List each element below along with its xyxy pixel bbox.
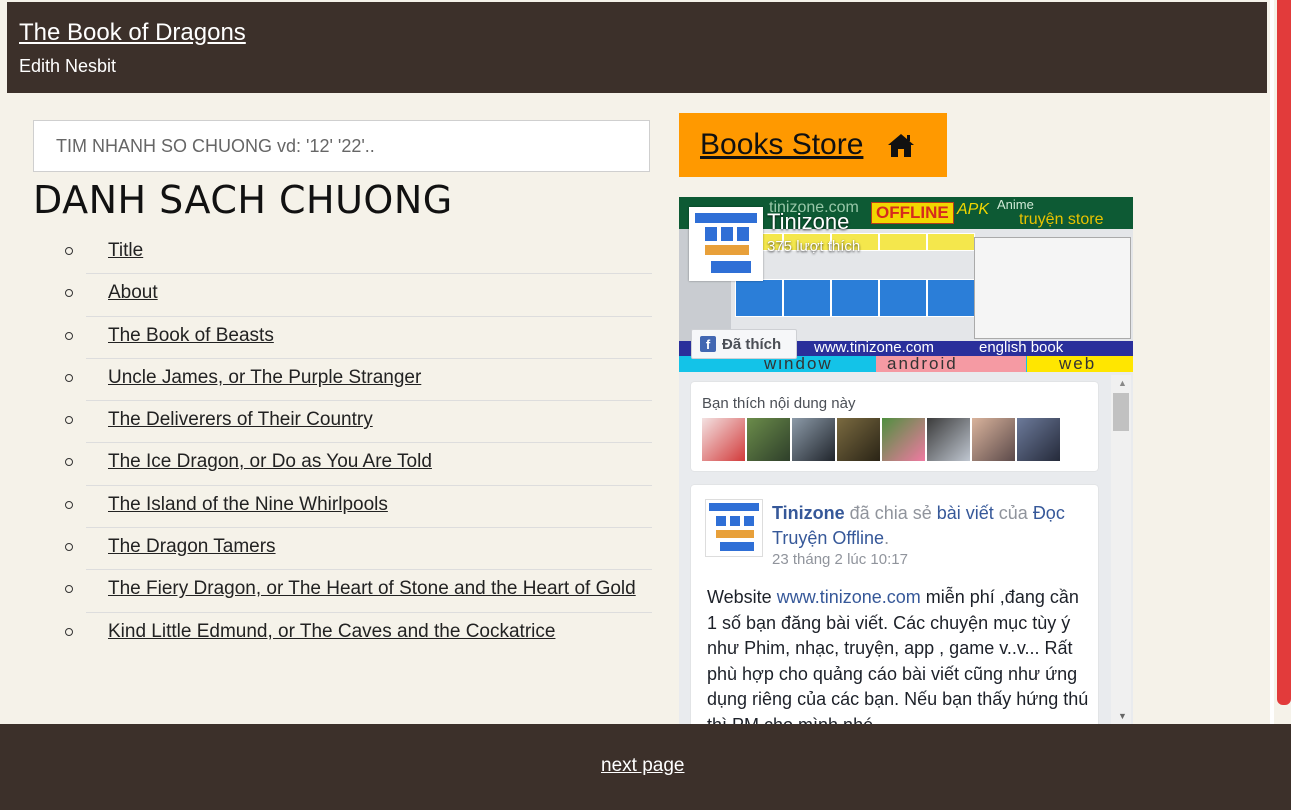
- cover-apk-text: APK: [957, 201, 990, 218]
- chapter-link[interactable]: The Fiery Dragon, or The Heart of Stone …: [108, 578, 636, 600]
- cover-store-text: truyện store: [1019, 211, 1104, 228]
- book-author: Edith Nesbit: [19, 56, 117, 76]
- books-store-label: Books Store: [700, 128, 864, 161]
- chapter-list: Title About The Book of Beasts Uncle Jam…: [60, 232, 652, 654]
- books-store-button[interactable]: Books Store: [679, 113, 947, 177]
- post-body-link[interactable]: www.tinizone.com: [777, 587, 921, 607]
- post-body-prefix: Website: [707, 587, 777, 607]
- bullet-icon: [65, 458, 73, 467]
- cover-web-text: web: [1059, 354, 1097, 372]
- post-card: Tinizone đã chia sẻ bài viết của Đọc Tru…: [691, 485, 1098, 735]
- chapter-link[interactable]: The Book of Beasts: [108, 325, 274, 347]
- post-of-text: của: [993, 503, 1033, 523]
- post-author-avatar[interactable]: [705, 499, 763, 557]
- liked-button[interactable]: f Đã thích: [691, 329, 797, 359]
- list-item: The Island of the Nine Whirlpools: [65, 486, 652, 529]
- cover-file-panel: [974, 237, 1131, 339]
- chapter-link[interactable]: The Deliverers of Their Country: [108, 409, 373, 431]
- post-author-link[interactable]: Tinizone: [772, 503, 845, 523]
- chapter-link[interactable]: Title: [108, 240, 143, 262]
- bullet-icon: [65, 373, 73, 382]
- chapter-link[interactable]: The Ice Dragon, or Do as You Are Told: [108, 451, 432, 473]
- bullet-icon: [65, 289, 73, 298]
- window-scrollbar[interactable]: [1277, 0, 1291, 705]
- cover-anime-text: Anime: [997, 197, 1034, 212]
- post-body: Website www.tinizone.com miễn phí ,đang …: [707, 585, 1091, 738]
- cover-tile: [783, 279, 831, 317]
- cover-tile: [927, 279, 975, 317]
- bullet-icon: [65, 416, 73, 425]
- chapter-link[interactable]: About: [108, 282, 158, 304]
- bullet-icon: [65, 543, 73, 552]
- page-likes-count: 375 lượt thích: [767, 238, 861, 255]
- feed-scroll-thumb[interactable]: [1113, 393, 1129, 431]
- facebook-icon: f: [700, 336, 716, 352]
- cover-tile: [879, 279, 927, 317]
- cover-android-text: android: [887, 354, 958, 372]
- bullet-icon: [65, 627, 73, 636]
- chapter-link[interactable]: Uncle James, or The Purple Stranger: [108, 367, 421, 389]
- list-item: The Ice Dragon, or Do as You Are Told: [65, 443, 652, 486]
- bullet-icon: [65, 247, 73, 255]
- bullet-icon: [65, 331, 73, 340]
- friend-avatar[interactable]: [792, 418, 835, 461]
- cover-tile: [927, 233, 975, 251]
- friend-avatar[interactable]: [972, 418, 1015, 461]
- book-title-link[interactable]: The Book of Dragons: [19, 19, 246, 47]
- cover-tile: [879, 233, 927, 251]
- liked-button-label: Đã thích: [722, 335, 782, 353]
- page-avatar[interactable]: [689, 207, 763, 281]
- list-item: Uncle James, or The Purple Stranger: [65, 359, 652, 402]
- list-item: The Fiery Dragon, or The Heart of Stone …: [65, 570, 652, 613]
- scroll-up-icon[interactable]: ▲: [1118, 378, 1127, 388]
- post-period: .: [884, 528, 890, 548]
- friend-avatar[interactable]: [882, 418, 925, 461]
- list-item: Kind Little Edmund, or The Caves and the…: [65, 613, 652, 654]
- list-item: The Book of Beasts: [65, 317, 652, 359]
- chapter-link[interactable]: Kind Little Edmund, or The Caves and the…: [108, 621, 555, 643]
- friend-avatar[interactable]: [1017, 418, 1060, 461]
- list-item: About: [65, 274, 652, 317]
- bullet-icon: [65, 585, 73, 594]
- post-link[interactable]: bài viết: [937, 503, 994, 523]
- friend-avatar[interactable]: [927, 418, 970, 461]
- next-page-link[interactable]: next page: [601, 755, 684, 777]
- list-item: Title: [65, 232, 652, 275]
- fb-page-cover[interactable]: tinizone.com OFFLINE APK Anime truyện st…: [679, 197, 1133, 372]
- page-header: The Book of Dragons Edith Nesbit: [7, 2, 1267, 93]
- page-name-link[interactable]: Tinizone: [767, 209, 849, 235]
- post-shared-text: đã chia sẻ: [844, 503, 937, 523]
- chapter-link[interactable]: The Dragon Tamers: [108, 536, 276, 558]
- post-timestamp[interactable]: 23 tháng 2 lúc 10:17: [772, 551, 908, 568]
- cover-english-text: english book: [979, 339, 1064, 356]
- list-item: The Deliverers of Their Country: [65, 401, 652, 444]
- friend-avatar[interactable]: [702, 418, 745, 461]
- cover-tile: [735, 279, 783, 317]
- list-item: The Dragon Tamers: [65, 528, 652, 571]
- friends-label: Bạn thích nội dung này: [702, 395, 856, 412]
- post-body-text: miễn phí ,đang cần 1 số bạn đăng bài viế…: [707, 587, 1089, 735]
- cover-tile: [831, 279, 879, 317]
- scroll-down-icon[interactable]: ▼: [1118, 711, 1127, 721]
- chapter-link[interactable]: The Island of the Nine Whirlpools: [108, 494, 388, 516]
- page-edge: [1270, 0, 1274, 810]
- friend-avatar[interactable]: [837, 418, 880, 461]
- post-header: Tinizone đã chia sẻ bài viết của Đọc Tru…: [772, 501, 1092, 551]
- friends-card: Bạn thích nội dung này: [691, 382, 1098, 471]
- home-icon: [888, 134, 915, 157]
- page-footer: next page: [0, 724, 1291, 810]
- friend-avatar[interactable]: [747, 418, 790, 461]
- bullet-icon: [65, 500, 73, 509]
- chapter-search-input[interactable]: [33, 120, 650, 172]
- chapter-list-heading: DANH SACH CHUONG: [33, 178, 453, 222]
- cover-offline-text: OFFLINE: [871, 202, 954, 224]
